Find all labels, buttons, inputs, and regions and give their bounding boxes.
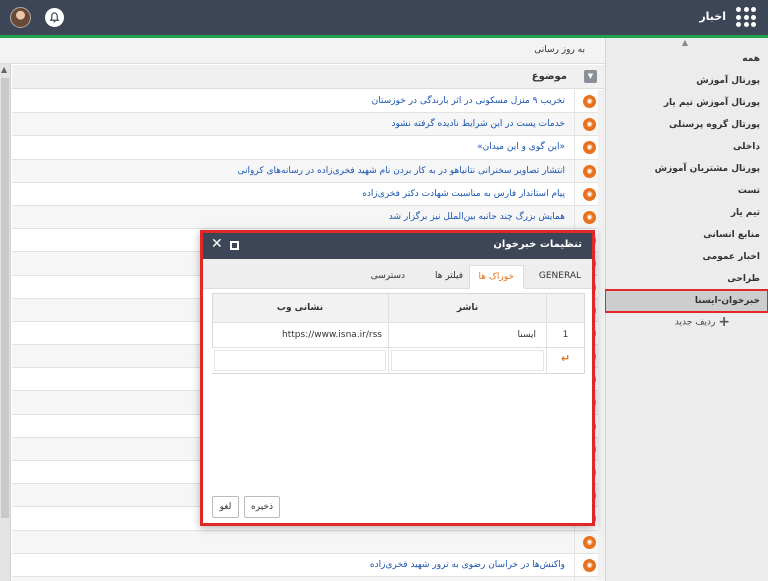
list-item[interactable]: ◉کشف ۴۱ هزار لیتر گازوئیل قاچاق در کرمان xyxy=(12,576,605,581)
sidebar-item-teamyar-training[interactable]: پورتال آموزش تیم یار xyxy=(605,92,768,114)
megaphone-icon: ◉ xyxy=(583,187,596,201)
row-separator xyxy=(574,553,575,576)
megaphone-icon: ◉ xyxy=(583,558,596,572)
update-bar: به روز رسانی xyxy=(0,38,605,64)
feed-settings-dialog: تنظیمات خبرخوان ✕ GENERAL خوراک ها فیلتر… xyxy=(200,230,595,526)
sidebar: ▲ همه پورتال آموزش پورتال آموزش تیم یار … xyxy=(604,38,768,581)
scroll-up-icon[interactable]: ▲ xyxy=(1,65,7,74)
grid-header-publisher: ناشر xyxy=(388,294,546,322)
enter-icon[interactable]: ↵ xyxy=(546,348,584,373)
row-separator xyxy=(574,205,575,229)
megaphone-icon: ◉ xyxy=(583,95,596,108)
row-separator xyxy=(574,159,575,182)
row-separator xyxy=(574,182,575,205)
collapse-chevron-icon[interactable]: ▲ xyxy=(682,38,688,47)
row-separator xyxy=(574,530,575,553)
megaphone-icon: ◉ xyxy=(583,118,596,132)
list-item[interactable]: ◉ خدمات پست در این شرایط نادیده گرفته نشو… xyxy=(12,113,605,137)
scrollbar[interactable]: ▲ xyxy=(0,64,11,581)
row-separator xyxy=(574,90,575,113)
list-item-title[interactable]: تخریب ۹ منزل مسکونی در اثر بارندگی در خو… xyxy=(372,96,565,106)
save-button[interactable]: ذخیره xyxy=(244,496,280,518)
bell-icon-glyph xyxy=(49,12,60,23)
list-item[interactable]: ◉ واکنش‌ها در خراسان رضوی به ترور شهید فخ… xyxy=(12,553,605,577)
close-icon[interactable]: ✕ xyxy=(211,236,223,252)
sidebar-item-all[interactable]: همه xyxy=(605,48,768,70)
megaphone-icon: ◉ xyxy=(583,210,596,224)
sidebar-item-personnel-portal[interactable]: پورتال گروه پرسنلی xyxy=(605,114,768,136)
sidebar-item-customer-training[interactable]: پورتال مشتریان آموزش xyxy=(605,158,768,180)
list-item[interactable]: ◉ انتشار تصاویر سخنرانی نتانیاهو در به کا… xyxy=(12,159,605,183)
tab-general[interactable]: GENERAL xyxy=(530,265,590,289)
sidebar-item-general-news[interactable]: اخبار عمومی xyxy=(605,246,768,268)
right-scrollbar[interactable] xyxy=(598,90,605,580)
sidebar-item-teamyar[interactable]: تیم یار xyxy=(605,202,768,224)
column-title: موضوع xyxy=(531,71,567,82)
dialog-header: تنظیمات خبرخوان ✕ xyxy=(203,233,592,259)
tab-feeds[interactable]: خوراک ها xyxy=(468,265,524,289)
new-row-label: ردیف جدید xyxy=(674,317,716,328)
grid-row[interactable]: 1 ایسنا https://www.isna.ir/rss xyxy=(213,323,584,348)
row-separator xyxy=(574,136,575,159)
list-item[interactable]: ◉ «این گوی و این میدان» xyxy=(12,136,605,160)
grid-header-row: ناشر نشانی وب xyxy=(213,294,584,323)
new-publisher-input[interactable] xyxy=(388,348,546,373)
new-url-input[interactable] xyxy=(212,348,388,373)
megaphone-icon: ◉ xyxy=(583,535,596,549)
sidebar-item-internal[interactable]: داخلی xyxy=(605,136,768,158)
grid-new-row[interactable]: ↵ xyxy=(212,348,584,373)
plus-icon: + xyxy=(718,314,730,330)
dialog-tabs: GENERAL خوراک ها فیلتر ها دسترسی xyxy=(203,259,592,289)
avatar[interactable] xyxy=(10,7,31,28)
grid-cell-num: 1 xyxy=(546,323,584,347)
new-row-button[interactable]: + ردیف جدید xyxy=(605,312,768,332)
megaphone-icon: ◉ xyxy=(583,164,596,178)
sidebar-item-hr[interactable]: منابع انسانی xyxy=(605,224,768,246)
row-separator xyxy=(574,576,575,581)
bell-icon[interactable] xyxy=(45,8,64,27)
list-item[interactable]: ◉ تخریب ۹ منزل مسکونی در اثر بارندگی در خ… xyxy=(12,90,605,114)
list-item-title[interactable]: واکنش‌ها در خراسان رضوی به ترور شهید فخر… xyxy=(370,560,565,570)
list-item[interactable]: ◉ xyxy=(12,530,605,554)
cancel-button[interactable]: لغو xyxy=(212,496,239,518)
list-item-title[interactable]: «این گوی و این میدان» xyxy=(477,142,565,152)
list-item-title[interactable]: خدمات پست در این شرایط نادیده گرفته نشود xyxy=(392,119,565,129)
maximize-icon[interactable] xyxy=(230,241,239,250)
megaphone-icon: ◉ xyxy=(583,141,596,155)
dialog-title: تنظیمات خبرخوان xyxy=(493,239,582,250)
column-header: ▼ موضوع xyxy=(12,65,605,89)
list-item[interactable]: ◉ پیام استاندار فارس به مناسبت شهادت دکتر… xyxy=(12,182,605,206)
list-item-title[interactable]: پیام استاندار فارس به مناسبت شهادت دکتر … xyxy=(362,189,565,199)
sidebar-item-design[interactable]: طراحی xyxy=(605,268,768,290)
sidebar-item-training-portal[interactable]: پورتال آموزش xyxy=(605,70,768,92)
list-item-title[interactable]: انتشار تصاویر سخنرانی نتانیاهو در به کار… xyxy=(238,166,566,176)
tab-filters[interactable]: فیلتر ها xyxy=(426,265,472,289)
apps-grid-icon[interactable] xyxy=(736,7,756,27)
feeds-grid: ناشر نشانی وب 1 ایسنا https://www.isna.i… xyxy=(212,293,585,374)
sidebar-list: همه پورتال آموزش پورتال آموزش تیم یار پو… xyxy=(604,48,768,332)
top-bar: اخبار xyxy=(0,0,768,38)
app-title: اخبار xyxy=(699,10,726,23)
list-item-title[interactable]: همایش بزرگ چند جانبه بین‌الملل نیز برگزا… xyxy=(389,212,565,222)
grid-cell-url[interactable]: https://www.isna.ir/rss xyxy=(212,323,388,347)
grid-header-url: نشانی وب xyxy=(276,303,324,313)
update-button[interactable]: به روز رسانی xyxy=(534,45,585,55)
list-item[interactable]: ◉ همایش بزرگ چند جانبه بین‌الملل نیز برگز… xyxy=(12,205,605,230)
tab-access[interactable]: دسترسی xyxy=(362,265,414,289)
sidebar-item-isna-reader[interactable]: خبرخوان-ایسنا xyxy=(604,289,768,313)
row-separator xyxy=(574,113,575,136)
column-menu-icon[interactable]: ▼ xyxy=(584,70,597,83)
scrollbar-thumb[interactable] xyxy=(1,78,9,518)
sidebar-item-test[interactable]: تست xyxy=(605,180,768,202)
grid-header-num xyxy=(546,294,584,322)
grid-cell-publisher[interactable]: ایسنا xyxy=(388,323,546,347)
